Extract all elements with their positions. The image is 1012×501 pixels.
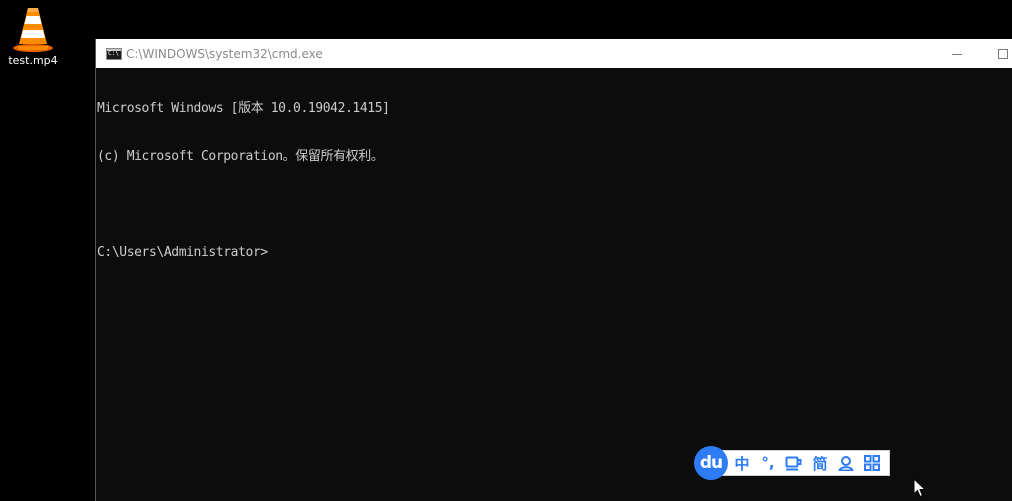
console-output[interactable]: Microsoft Windows [版本 10.0.19042.1415] (… <box>97 69 1012 501</box>
ime-panel: 中 °, 简 <box>716 450 890 476</box>
desktop: test.mp4 C:\WINDOWS\system32\cmd.exe Mi <box>0 0 1012 501</box>
title-bar[interactable]: C:\WINDOWS\system32\cmd.exe <box>96 39 1012 68</box>
mouse-cursor-icon <box>913 478 927 498</box>
ime-mode-chinese[interactable]: 中 <box>733 453 751 474</box>
ime-grid-icon <box>864 455 880 471</box>
desktop-icon-test-mp4[interactable]: test.mp4 <box>2 4 64 76</box>
ime-cup-icon <box>785 456 802 471</box>
ime-user-icon <box>838 456 854 471</box>
ime-simplified[interactable]: 简 <box>811 453 829 474</box>
minimize-button[interactable] <box>934 39 980 68</box>
cmd-icon <box>106 47 122 60</box>
maximize-icon <box>998 48 1008 59</box>
window-controls <box>934 39 1012 68</box>
ime-cup-button[interactable] <box>785 455 803 471</box>
minimize-icon <box>952 53 962 55</box>
ime-logo[interactable]: du <box>694 446 728 480</box>
vlc-cone-icon <box>13 8 53 52</box>
window-title: C:\WINDOWS\system32\cmd.exe <box>126 46 323 61</box>
console-line: (c) Microsoft Corporation。保留所有权利。 <box>97 149 384 164</box>
console-line: Microsoft Windows [版本 10.0.19042.1415] <box>97 101 390 116</box>
cmd-window[interactable]: C:\WINDOWS\system32\cmd.exe Microsoft Wi… <box>95 39 1012 501</box>
ime-toolbar[interactable]: du 中 °, 简 <box>694 446 891 480</box>
ime-grid-button[interactable] <box>863 455 881 471</box>
desktop-icon-label: test.mp4 <box>8 54 58 67</box>
maximize-button[interactable] <box>980 39 1012 68</box>
ime-user-button[interactable] <box>837 455 855 471</box>
console-prompt: C:\Users\Administrator> <box>97 245 268 260</box>
ime-punctuation[interactable]: °, <box>759 454 777 472</box>
